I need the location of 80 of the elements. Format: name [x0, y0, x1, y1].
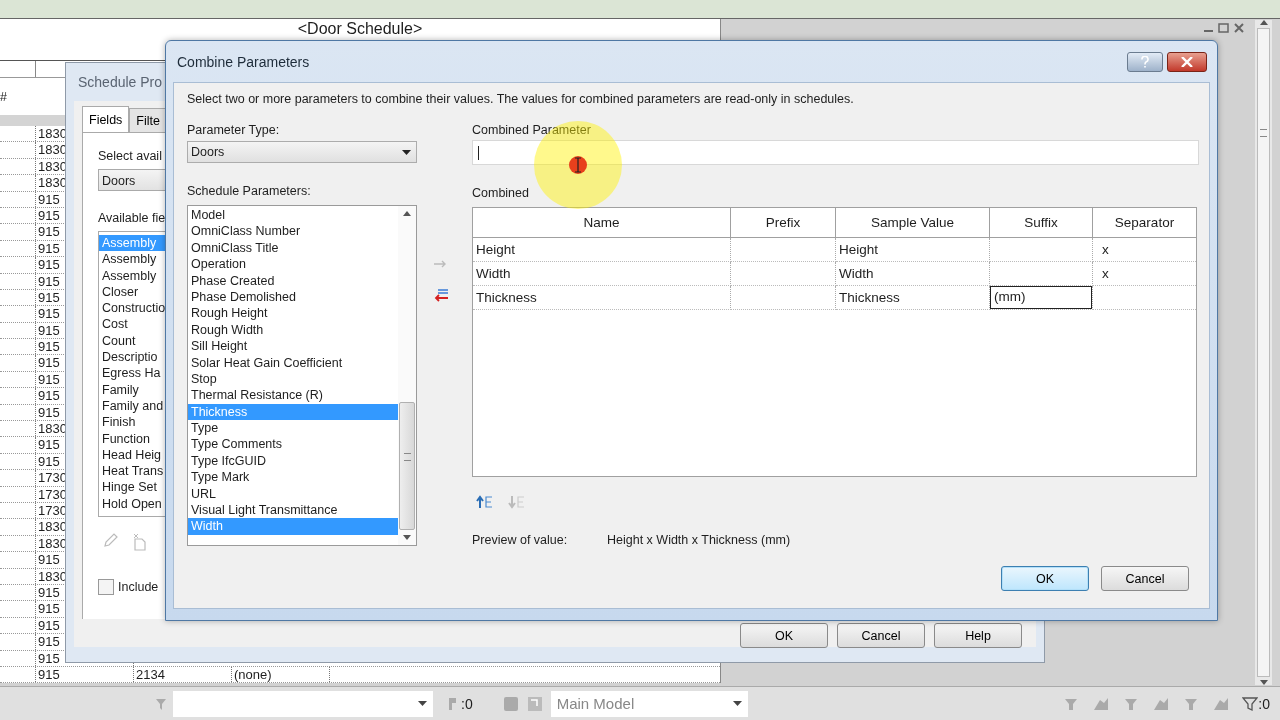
list-item[interactable]: Rough Width [188, 321, 398, 339]
pencil-icon[interactable] [102, 533, 118, 549]
scroll-down-icon[interactable] [403, 535, 411, 540]
move-up-icon[interactable] [476, 495, 494, 509]
dialog-button[interactable]: OK [740, 623, 828, 648]
table-cell: x [1102, 266, 1109, 281]
table-cell: (none) [232, 666, 330, 683]
field-label: Combined Parameter [472, 122, 591, 138]
square-icon[interactable] [502, 695, 519, 712]
tab[interactable]: Filte [129, 108, 167, 132]
list-item[interactable]: Sill Height [188, 338, 398, 355]
close-icon [1181, 56, 1193, 67]
field-label: Schedule Parameters: [187, 183, 311, 199]
caret-icon [732, 701, 742, 706]
list-item[interactable]: Phase Created [188, 272, 398, 289]
list-item[interactable]: Thermal Resistance (R) [188, 387, 398, 404]
caret-icon [418, 701, 427, 706]
close-button[interactable] [1167, 51, 1207, 72]
dialog-title: Combine Parameters [177, 53, 311, 70]
column-header: Prefix [730, 208, 836, 238]
dialog-title: Schedule Pro [78, 74, 163, 90]
table-cell: Width [473, 261, 731, 286]
parameter-type-dropdown[interactable]: Doors [187, 141, 417, 163]
table-cell: Height [473, 237, 731, 262]
table-cell: Width [835, 261, 990, 286]
scrollbar-thumb[interactable] [1257, 28, 1270, 677]
field-label: Parameter Type: [187, 122, 280, 138]
right-arrow-icon[interactable] [433, 260, 448, 268]
filter-icon[interactable] [1242, 695, 1259, 712]
description-text: Select two or more parameters to combine their values. The values for combined parameters are read-only in schedules. [187, 91, 855, 107]
count-text: :0 [1258, 695, 1270, 712]
list-item[interactable]: URL [188, 485, 398, 503]
document-icon[interactable] [132, 533, 148, 551]
column-header: Separator [1092, 208, 1196, 238]
field-label: Combined [472, 185, 529, 201]
table-cell: 915 [36, 666, 134, 683]
list-item[interactable]: Visual Light Transmittance [188, 502, 398, 519]
move-down-icon[interactable] [508, 495, 526, 509]
list-item[interactable]: Solar Heat Gain Coefficient [188, 354, 398, 371]
list-item[interactable]: Operation [188, 256, 398, 273]
left-arrow-icon[interactable] [432, 288, 449, 302]
checkbox[interactable] [98, 579, 114, 595]
question-icon [1140, 55, 1150, 68]
list-item[interactable]: Stop [188, 370, 398, 388]
combined-parameter-field[interactable] [472, 140, 1199, 165]
table-cell: x [1102, 242, 1109, 257]
column-header: Sample Value [835, 208, 990, 238]
preview-label: Preview of value: [472, 533, 569, 547]
window-controls-icon[interactable] [1203, 22, 1247, 34]
list-item[interactable]: Type [188, 420, 398, 437]
table-cell: Height [835, 237, 990, 262]
list-item[interactable]: Type IfcGUID [188, 452, 398, 470]
list-item[interactable]: Model [188, 207, 398, 224]
scrollbar-thumb[interactable] [399, 402, 415, 530]
caret-icon [402, 149, 411, 155]
list-item[interactable]: Rough Height [188, 305, 398, 322]
list-item[interactable]: Phase Demolished [188, 288, 398, 306]
tab[interactable]: Fields [82, 106, 130, 132]
dialog-button[interactable]: Cancel [837, 623, 925, 648]
table-cell: Thickness [473, 285, 731, 310]
workset-dropdown[interactable] [173, 690, 433, 717]
dialog-button[interactable]: OK [1001, 566, 1089, 591]
scroll-up-icon[interactable] [403, 211, 411, 216]
preview-value: Height x Width x Thickness (mm) [607, 533, 791, 547]
model-dropdown[interactable]: Main Model [550, 690, 748, 717]
table-cell: Thickness [835, 285, 990, 310]
suffix-field[interactable]: (mm) [990, 286, 1092, 309]
dialog-button[interactable]: Cancel [1101, 566, 1189, 591]
list-item[interactable]: Type Comments [188, 436, 398, 453]
column-header: Suffix [989, 208, 1093, 238]
help-button[interactable] [1127, 51, 1163, 72]
list-item[interactable]: OmniClass Number [188, 223, 398, 240]
list-item[interactable]: OmniClass Title [188, 239, 398, 257]
table-cell: 2134 [134, 666, 232, 683]
schedule-title: <Door Schedule> [296, 20, 424, 39]
column-header: Name [473, 208, 731, 238]
dialog-button[interactable]: Help [934, 623, 1022, 648]
list-item[interactable]: Type Mark [188, 469, 398, 486]
column-header: # [0, 89, 8, 104]
count-text: :0 [461, 695, 473, 712]
